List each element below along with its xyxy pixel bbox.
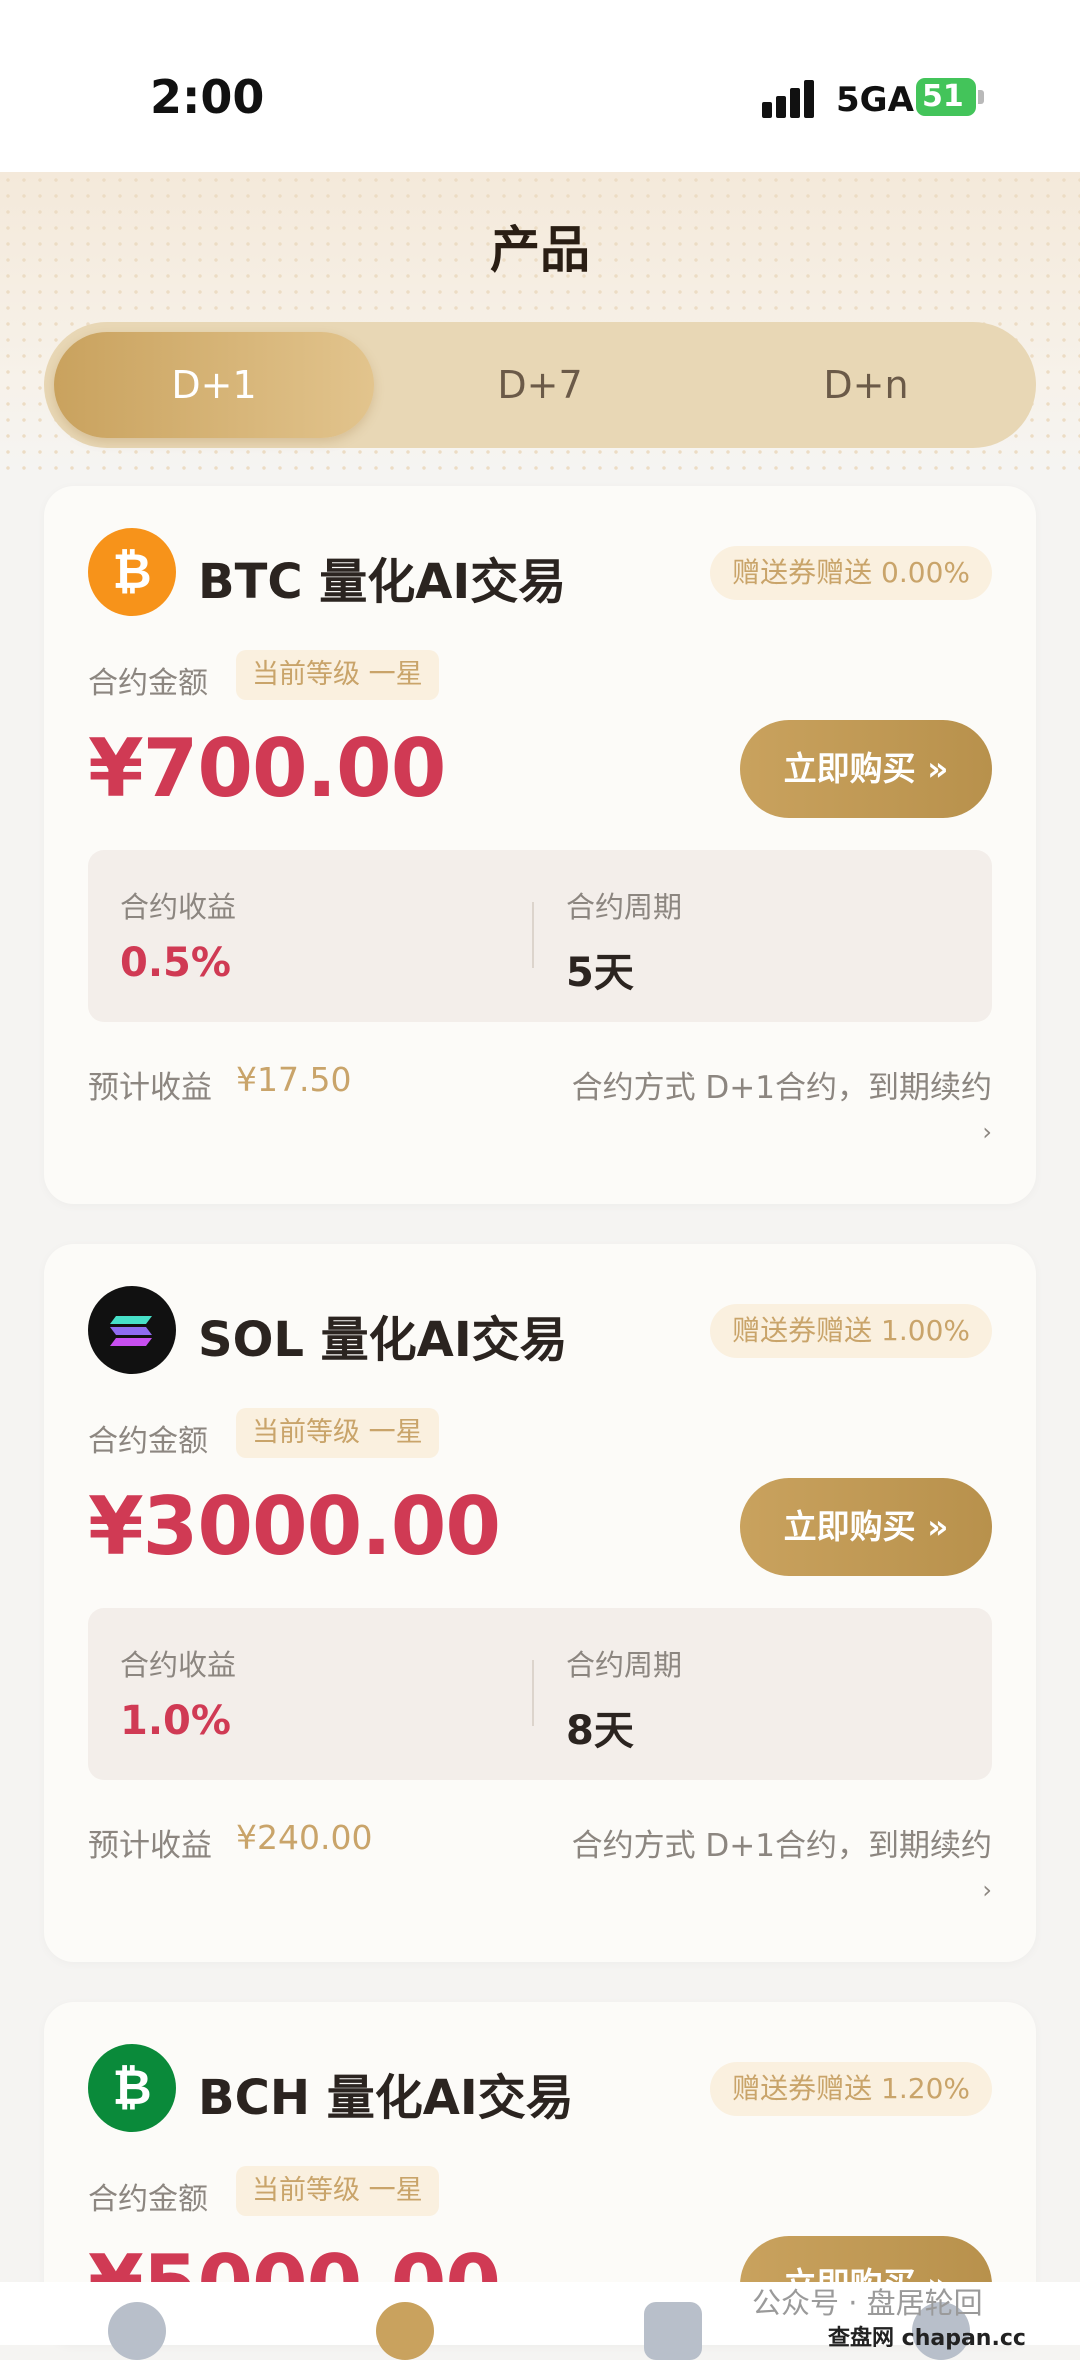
trend-icon[interactable]: [376, 2302, 434, 2360]
period-label: 合约周期: [566, 1648, 683, 1682]
network-label: 5GA: [836, 80, 914, 120]
amount-label: 合约金额: [88, 1424, 208, 1459]
status-time: 2:00: [150, 70, 265, 124]
period-tabs: D+1 D+7 D+n: [44, 322, 1036, 448]
estimated-income-label: 预计收益: [88, 1828, 212, 1864]
estimated-income-label: 预计收益: [88, 1070, 212, 1106]
product-title: SOL 量化AI交易: [198, 1312, 568, 1368]
wallet-icon[interactable]: [644, 2302, 702, 2360]
solana-icon: [88, 1286, 176, 1374]
tab-d1[interactable]: D+1: [54, 332, 374, 438]
chevron-right-icon[interactable]: ›: [982, 1876, 992, 1904]
bitcoin-icon: ₿: [88, 528, 176, 616]
contract-method[interactable]: 合约方式 D+1合约，到期续约: [572, 1820, 992, 1865]
buy-now-button[interactable]: 立即购买 »: [740, 1478, 992, 1576]
home-icon[interactable]: [108, 2302, 166, 2360]
yield-value: 1.0%: [120, 1698, 231, 1744]
battery-tip: [978, 90, 984, 104]
chevron-right-icon[interactable]: ›: [982, 1118, 992, 1146]
product-title: BTC 量化AI交易: [198, 554, 567, 610]
solana-logo-icon: [110, 1316, 152, 1346]
watermark-text: 公众号 · 盘居轮回: [752, 2286, 983, 2320]
amount-label: 合约金额: [88, 666, 208, 701]
level-badge: 当前等级 一星: [236, 2166, 439, 2216]
price: ¥700.00: [88, 722, 446, 815]
coupon-badge: 赠送券赠送 1.20%: [710, 2062, 992, 2116]
product-title: BCH 量化AI交易: [198, 2070, 574, 2126]
tab-dn[interactable]: D+n: [706, 332, 1026, 438]
amount-label: 合约金额: [88, 2182, 208, 2217]
status-bar: 2:00 5GA 51: [0, 0, 1080, 172]
product-card-btc: ₿ BTC 量化AI交易 赠送券赠送 0.00% 合约金额 当前等级 一星 ¥7…: [44, 486, 1036, 1204]
coupon-badge: 赠送券赠送 1.00%: [710, 1304, 992, 1358]
level-badge: 当前等级 一星: [236, 650, 439, 700]
stats-divider: [532, 1660, 534, 1726]
bitcoin-cash-icon: ₿: [88, 2044, 176, 2132]
estimated-income-value: ¥240.00: [236, 1818, 373, 1857]
tab-d7[interactable]: D+7: [380, 332, 700, 438]
estimated-income-value: ¥17.50: [236, 1060, 352, 1099]
battery-icon: 51: [916, 78, 976, 116]
yield-label: 合约收益: [120, 1648, 237, 1682]
level-badge: 当前等级 一星: [236, 1408, 439, 1458]
yield-value: 0.5%: [120, 940, 231, 986]
period-value: 8天: [566, 1708, 634, 1754]
price: ¥3000.00: [88, 1480, 501, 1573]
period-value: 5天: [566, 950, 634, 996]
contract-method[interactable]: 合约方式 D+1合约，到期续约: [572, 1062, 992, 1107]
coupon-badge: 赠送券赠送 0.00%: [710, 546, 992, 600]
contract-stats: 合约收益 0.5% 合约周期 5天: [88, 850, 992, 1022]
yield-label: 合约收益: [120, 890, 237, 924]
page-title: 产品: [490, 221, 590, 279]
signal-icon: [762, 80, 818, 118]
contract-stats: 合约收益 1.0% 合约周期 8天: [88, 1608, 992, 1780]
watermark-site: 查盘网 chapan.cc: [828, 2326, 1026, 2351]
buy-now-button[interactable]: 立即购买 »: [740, 720, 992, 818]
product-card-sol: SOL 量化AI交易 赠送券赠送 1.00% 合约金额 当前等级 一星 ¥300…: [44, 1244, 1036, 1962]
stats-divider: [532, 902, 534, 968]
period-label: 合约周期: [566, 890, 683, 924]
